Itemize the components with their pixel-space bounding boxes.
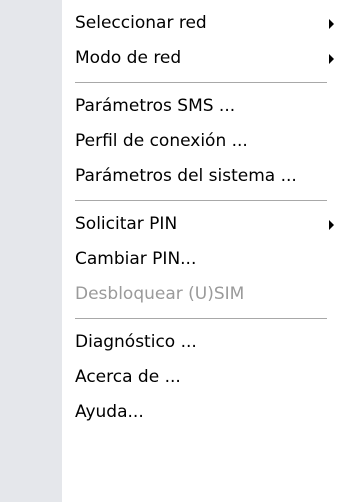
menu-item-acerca-de[interactable]: Acerca de ... <box>0 360 340 395</box>
menu-item-cambiar-pin[interactable]: Cambiar PIN... <box>0 242 340 277</box>
menu-separator <box>75 82 327 83</box>
menu-item-label: Cambiar PIN... <box>75 249 197 269</box>
chevron-right-icon <box>329 220 334 230</box>
menu-item-label: Acerca de ... <box>75 367 181 387</box>
menu-item-modo-de-red[interactable]: Modo de red <box>0 41 340 76</box>
menu-item-ayuda[interactable]: Ayuda... <box>0 395 340 430</box>
menu-separator <box>75 200 327 201</box>
menu-item-label: Modo de red <box>75 48 182 68</box>
menu-item-parametros-sms[interactable]: Parámetros SMS ... <box>0 89 340 124</box>
menu-item-perfil-de-conexion[interactable]: Perfil de conexión ... <box>0 124 340 159</box>
menu-item-label: Perfil de conexión ... <box>75 131 248 151</box>
menu-item-label: Ayuda... <box>75 402 144 422</box>
menu-separator <box>75 318 327 319</box>
menu-item-label: Solicitar PIN <box>75 214 178 234</box>
menu-item-label: Parámetros del sistema ... <box>75 166 297 186</box>
menu-item-desbloquear-usim: Desbloquear (U)SIM <box>0 277 340 312</box>
menu-item-label: Seleccionar red <box>75 13 207 33</box>
menu-item-solicitar-pin[interactable]: Solicitar PIN <box>0 207 340 242</box>
menu-item-label: Parámetros SMS ... <box>75 96 236 116</box>
menu-item-seleccionar-red[interactable]: Seleccionar red <box>0 6 340 41</box>
menu-items: Seleccionar red Modo de red Parámetros S… <box>0 0 340 430</box>
menu-item-label: Diagnóstico ... <box>75 332 197 352</box>
chevron-right-icon <box>329 54 334 64</box>
chevron-right-icon <box>329 19 334 29</box>
menu-item-diagnostico[interactable]: Diagnóstico ... <box>0 325 340 360</box>
context-menu: Seleccionar red Modo de red Parámetros S… <box>0 0 340 502</box>
menu-item-parametros-del-sistema[interactable]: Parámetros del sistema ... <box>0 159 340 194</box>
menu-item-label: Desbloquear (U)SIM <box>75 284 245 304</box>
